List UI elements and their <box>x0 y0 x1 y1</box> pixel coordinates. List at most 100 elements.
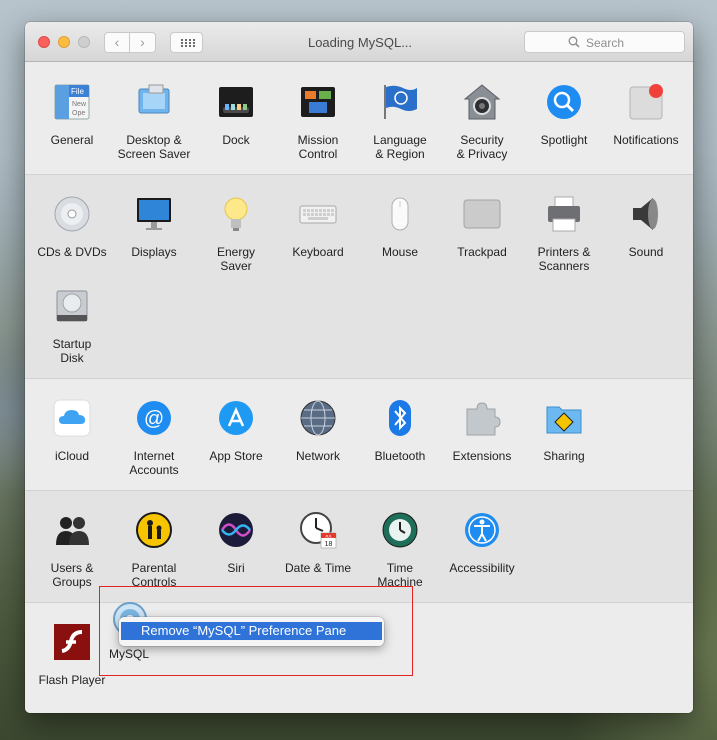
sharing-folder-icon <box>546 406 582 434</box>
pane-label: Accessibility <box>449 561 515 575</box>
pane-app-store[interactable]: App Store <box>195 399 277 463</box>
hard-disk-icon <box>56 290 88 322</box>
pane-startup-disk[interactable]: Startup Disk <box>31 287 113 365</box>
search-icon <box>568 36 580 48</box>
pane-printers-scanners[interactable]: Printers & Scanners <box>523 195 605 273</box>
pane-extensions[interactable]: Extensions <box>441 399 523 463</box>
search-placeholder: Search <box>586 36 625 50</box>
pane-sound[interactable]: Sound <box>605 195 687 259</box>
energy-bulb-icon <box>224 197 248 231</box>
pane-label: CDs & DVDs <box>37 245 107 259</box>
svg-text:File: File <box>71 87 84 96</box>
spotlight-icon <box>547 85 581 119</box>
pane-label: App Store <box>209 449 263 463</box>
app-store-icon <box>219 401 253 435</box>
svg-text:18: 18 <box>325 541 333 548</box>
pane-date-time[interactable]: JUL 18 Date & Time <box>277 511 359 575</box>
flash-player-icon <box>54 624 90 660</box>
pane-label: Energy Saver <box>216 245 256 273</box>
pane-accessibility[interactable]: Accessibility <box>441 511 523 575</box>
cd-icon <box>54 196 90 232</box>
puzzle-piece-icon <box>466 402 501 436</box>
pane-label: Notifications <box>613 133 679 147</box>
users-icon <box>56 517 89 545</box>
siri-icon <box>219 513 253 547</box>
dock-icon <box>219 87 253 117</box>
pane-label: Parental Controls <box>131 561 177 589</box>
pane-label: Startup Disk <box>52 337 92 365</box>
pane-mission-control[interactable]: Mission Control <box>277 83 359 161</box>
pane-energy-saver[interactable]: Energy Saver <box>195 195 277 273</box>
back-button[interactable]: ‹ <box>104 32 130 53</box>
pane-label: Date & Time <box>284 561 352 575</box>
general-icon: File New Ope <box>54 84 90 120</box>
pane-label: Desktop & Screen Saver <box>117 133 191 161</box>
mission-control-icon <box>301 87 335 117</box>
pane-label: iCloud <box>54 449 90 463</box>
internet-section: iCloud @ Internet Accounts App Store Net… <box>25 379 693 491</box>
pane-trackpad[interactable]: Trackpad <box>441 195 523 259</box>
pane-desktop-screen-saver[interactable]: Desktop & Screen Saver <box>113 83 195 161</box>
pane-label: General <box>50 133 94 147</box>
pane-time-machine[interactable]: Time Machine <box>359 511 441 589</box>
svg-text:@: @ <box>144 408 164 430</box>
pane-label: Bluetooth <box>374 449 426 463</box>
pane-bluetooth[interactable]: Bluetooth <box>359 399 441 463</box>
pane-label: Network <box>295 449 340 463</box>
pane-spotlight[interactable]: Spotlight <box>523 83 605 147</box>
pane-keyboard[interactable]: Keyboard <box>277 195 359 259</box>
trackpad-icon <box>463 199 501 229</box>
hardware-section: CDs & DVDs Displays Energy Saver Keyboar… <box>25 175 693 379</box>
context-menu: Remove “MySQL” Preference Pane <box>119 617 384 646</box>
language-flag-icon <box>384 85 417 119</box>
pane-label: Dock <box>222 133 250 147</box>
svg-text:Ope: Ope <box>72 110 85 117</box>
pane-label: Internet Accounts <box>129 449 179 477</box>
pane-siri[interactable]: Siri <box>195 511 277 575</box>
pane-label: Trackpad <box>457 245 507 259</box>
mouse-icon <box>391 197 409 231</box>
remove-preference-pane-menu-item[interactable]: Remove “MySQL” Preference Pane <box>121 622 382 640</box>
pane-users-groups[interactable]: Users & Groups <box>31 511 113 589</box>
pane-sharing[interactable]: Sharing <box>523 399 605 463</box>
speaker-icon <box>633 198 658 230</box>
pane-label: Mission Control <box>297 133 339 161</box>
pane-internet-accounts[interactable]: @ Internet Accounts <box>113 399 195 477</box>
pane-mouse[interactable]: Mouse <box>359 195 441 259</box>
minimize-button[interactable] <box>58 36 70 48</box>
pane-security-privacy[interactable]: Security & Privacy <box>441 83 523 161</box>
printer-icon <box>548 196 580 232</box>
pane-displays[interactable]: Displays <box>113 195 195 259</box>
pane-label: Displays <box>131 245 177 259</box>
pane-label: Spotlight <box>540 133 588 147</box>
show-all-button[interactable] <box>170 32 203 53</box>
pane-label: Time Machine <box>377 561 423 589</box>
svg-text:JUL: JUL <box>325 533 333 538</box>
globe-icon <box>300 400 336 436</box>
personal-section: File New Ope General Desktop & Screen Sa… <box>25 63 693 175</box>
pane-cds-dvds[interactable]: CDs & DVDs <box>31 195 113 259</box>
pane-notifications[interactable]: Notifications <box>605 83 687 147</box>
clock-calendar-icon: JUL 18 <box>300 512 337 549</box>
at-sign-icon: @ <box>137 401 171 435</box>
pane-network[interactable]: Network <box>277 399 359 463</box>
pane-dock[interactable]: Dock <box>195 83 277 147</box>
pane-general[interactable]: File New Ope General <box>31 83 113 147</box>
pane-icloud[interactable]: iCloud <box>31 399 113 463</box>
accessibility-icon <box>465 513 499 547</box>
pane-label: Security & Privacy <box>456 133 508 161</box>
pane-label: Mouse <box>381 245 419 259</box>
zoom-button[interactable] <box>78 36 90 48</box>
bluetooth-icon <box>389 400 411 436</box>
pane-label: Keyboard <box>292 245 344 259</box>
pane-label: Sharing <box>543 449 585 463</box>
pane-language-region[interactable]: Language & Region <box>359 83 441 161</box>
search-field[interactable]: Search <box>524 31 685 53</box>
close-button[interactable] <box>38 36 50 48</box>
security-house-icon <box>463 84 501 120</box>
pane-parental-controls[interactable]: Parental Controls <box>113 511 195 589</box>
forward-button[interactable]: › <box>130 32 156 53</box>
pane-label: Siri <box>227 561 245 575</box>
icloud-icon <box>53 399 91 437</box>
pane-label: Extensions <box>452 449 512 463</box>
